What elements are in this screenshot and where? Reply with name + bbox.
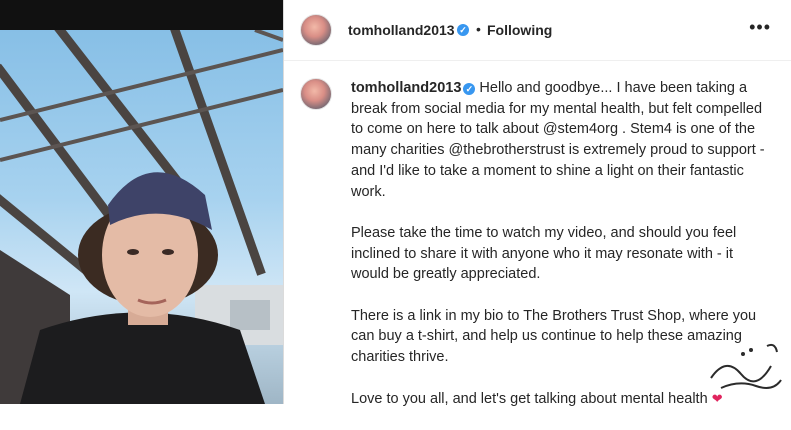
- caption-text-4: Love to you all, and let's get talking a…: [351, 390, 708, 407]
- top-black-bar: [0, 0, 283, 30]
- caption-paragraph-2: Please take the time to watch my video, …: [351, 224, 737, 283]
- more-options-icon[interactable]: •••: [749, 18, 771, 36]
- post-username[interactable]: tomholland2013: [348, 22, 455, 38]
- post-video[interactable]: [0, 30, 283, 404]
- caption-avatar[interactable]: [300, 78, 332, 110]
- caption-text-1: Hello and goodbye... I have been taking …: [351, 80, 765, 200]
- avatar[interactable]: [300, 14, 332, 46]
- separator-dot: •: [476, 21, 481, 37]
- caption-username[interactable]: tomholland2013: [351, 80, 461, 96]
- following-button[interactable]: Following: [487, 22, 552, 38]
- verified-badge-icon: ✓: [463, 83, 476, 95]
- verified-badge-icon: ✓: [457, 24, 469, 36]
- video-frame-image: [0, 30, 283, 404]
- watermark-logo: [710, 343, 782, 389]
- caption-paragraph-1: tomholland2013 ✓ Hello and goodbye... I h…: [351, 78, 771, 202]
- post-header: tomholland2013 ✓ • Following •••: [284, 0, 791, 61]
